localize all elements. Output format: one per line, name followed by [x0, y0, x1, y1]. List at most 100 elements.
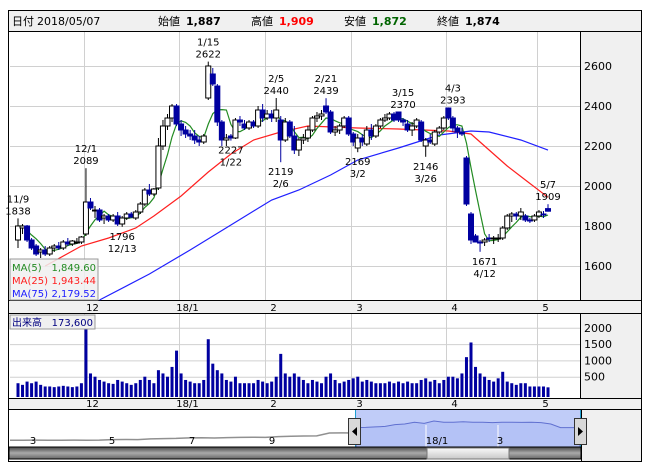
volume-bar [66, 386, 70, 397]
volume-bar [25, 381, 29, 397]
volume-bar [224, 379, 228, 397]
candle-body [377, 119, 384, 127]
candle-body [504, 215, 511, 229]
volume-bar [270, 381, 274, 397]
volume-bar [184, 379, 188, 397]
candle-body [150, 188, 157, 195]
annotation-value: 1671 [472, 257, 497, 268]
volume-bar [514, 384, 518, 397]
volume-bar [243, 383, 246, 397]
date-tick-label: 2 [270, 399, 276, 410]
close-value: 1,874 [465, 15, 500, 28]
candle-body [209, 73, 216, 85]
volume-bar [306, 383, 310, 397]
volume-bar [252, 383, 256, 397]
volume-bar [179, 373, 183, 397]
volume-bar [356, 376, 360, 397]
price-tick-label: 2200 [584, 140, 612, 153]
volume-bar [501, 371, 505, 397]
volume-tick-label: 1500 [584, 338, 612, 351]
volume-bar [161, 373, 165, 397]
annotation-value: 1796 [109, 232, 134, 243]
ma25-label: MA(25) [12, 276, 48, 287]
volume-bar [519, 383, 523, 397]
date-tick-label: 4 [451, 399, 457, 410]
volume-bar [338, 383, 342, 397]
volume-bar [21, 384, 25, 397]
volume-bar [70, 387, 74, 397]
candle-body [454, 127, 461, 133]
volume-bar [428, 381, 432, 397]
volume-bar [442, 379, 446, 397]
annotation-date: 11/9 [7, 194, 29, 205]
price-tick-label: 2400 [584, 100, 612, 113]
price-tick-label: 2000 [584, 180, 612, 193]
ma-legend: MA(5) 1,849.60 MA(25) 1,943.44 MA(75) 2,… [9, 258, 99, 301]
candle-body [431, 131, 438, 145]
volume-bar [84, 324, 88, 397]
volume-bar [360, 381, 364, 397]
volume-bar [43, 386, 47, 397]
close-label: 終値 [437, 14, 459, 28]
volume-bar [474, 366, 478, 397]
volume-bar [233, 376, 237, 397]
ma75-label: MA(75) [12, 289, 48, 300]
volume-bar [397, 381, 401, 397]
volume-bar [297, 376, 301, 397]
volume-bar [170, 366, 174, 397]
navigator-left-handle[interactable] [348, 418, 361, 445]
ma75-value: 2,179.52 [51, 289, 96, 300]
candle-body [517, 211, 524, 217]
annotation-date: 4/12 [473, 269, 495, 280]
date-tick-label: 2 [270, 303, 276, 314]
candle-body [449, 117, 456, 129]
candle-body [191, 135, 198, 141]
volume-bar [48, 386, 52, 397]
candle-body [522, 215, 529, 221]
candle-body [182, 129, 189, 135]
candle-body [273, 109, 280, 119]
date-tick-label: 5 [542, 399, 548, 410]
candle-body [336, 125, 343, 131]
candle-body [499, 227, 506, 239]
annotation-date: 3/15 [392, 88, 414, 99]
candle-body [463, 157, 470, 205]
annotation-date: 1/15 [197, 38, 219, 49]
header-bar [9, 11, 641, 31]
volume-bar [528, 386, 532, 397]
candle-body [295, 139, 302, 151]
volume-bar [274, 376, 278, 397]
volume-bar [265, 383, 269, 397]
open-value: 1,887 [186, 15, 221, 28]
volume-bar [487, 379, 491, 397]
nav-label: 3 [30, 436, 36, 447]
scrollbar-thumb[interactable] [426, 447, 510, 460]
date-tick-label: 4 [451, 303, 457, 314]
candle-body [200, 135, 207, 143]
volume-bar [147, 379, 151, 397]
date-tick-label: 5 [542, 303, 548, 314]
volume-bar [301, 379, 305, 397]
volume-bar [134, 383, 138, 397]
volume-bar [93, 376, 97, 397]
annotation-value: 2089 [73, 156, 98, 167]
volume-bar [283, 373, 287, 397]
candle-body [286, 121, 293, 137]
volume-bar [16, 383, 20, 397]
volume-bar [433, 379, 437, 397]
volume-bar [197, 383, 201, 397]
candle-body [327, 111, 334, 133]
candle-body [400, 119, 407, 123]
navigator-right-handle[interactable] [574, 418, 587, 445]
volume-bar [383, 383, 387, 397]
volume-bar [102, 381, 106, 397]
volume-bar [120, 381, 124, 397]
volume-legend: 出来高 173,600 [9, 314, 96, 330]
volume-tick-label: 500 [584, 371, 605, 384]
volume-bar [288, 376, 292, 397]
open-label: 始値 [158, 14, 180, 28]
volume-bar [116, 379, 120, 397]
volume-bar [220, 373, 224, 397]
volume-bar [247, 383, 251, 397]
volume-bar [401, 383, 405, 397]
